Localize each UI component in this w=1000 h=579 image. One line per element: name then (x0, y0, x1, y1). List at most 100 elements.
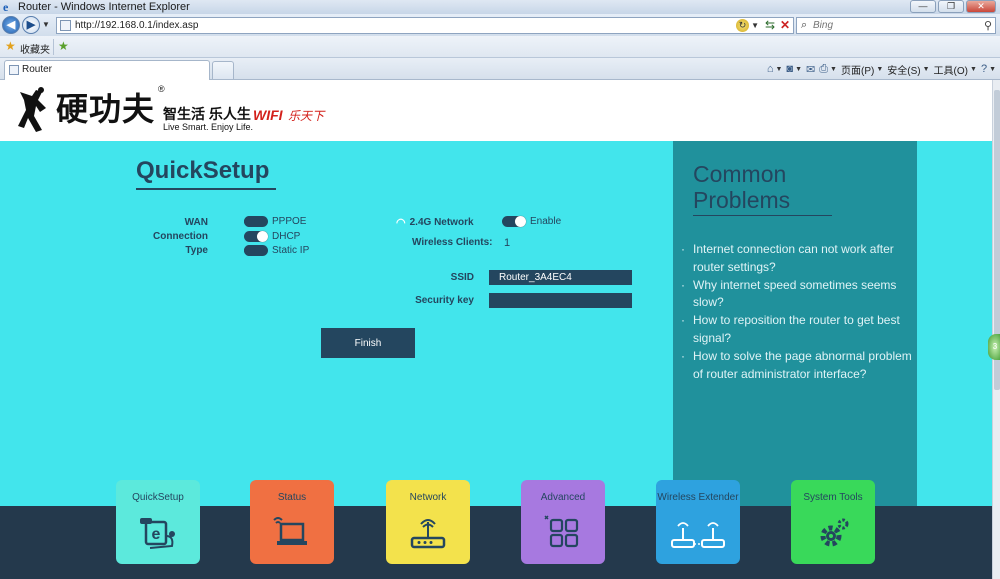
laptop-status-icon (273, 517, 307, 545)
gear-icon (820, 518, 849, 547)
quicksetup-title-underline (136, 188, 276, 190)
feeds-button[interactable]: ◙ ▼ (786, 63, 802, 75)
pppoe-label: PPPOE (272, 216, 307, 227)
logo-chinese-name: 硬功夫 (56, 90, 156, 128)
wireless-clients-count: 1 (504, 237, 511, 249)
common-problems-title: Common Problems (693, 161, 791, 213)
tile-network[interactable]: Network (386, 480, 470, 564)
logo-wifi-tail: 乐天下 (288, 109, 325, 123)
wan-option-static-ip[interactable]: Static IP (244, 245, 309, 256)
tile-label: Advanced (540, 492, 586, 503)
wireless-clients-label: Wireless Clients: (412, 237, 493, 248)
wifi-enable-toggle[interactable] (502, 216, 526, 227)
window-controls: — ❐ ✕ (910, 0, 996, 13)
refresh-icon[interactable]: ⇆ (765, 18, 775, 32)
help-button[interactable]: ? ▼ (981, 63, 996, 75)
registered-mark: ® (158, 84, 165, 94)
brand-header: 硬功夫 ® 智生活 乐人生 Live Smart. Enjoy Life. WI… (0, 80, 992, 141)
new-tab-button[interactable] (212, 61, 234, 79)
add-favorite-icon[interactable]: ★ (58, 39, 69, 53)
maximize-button[interactable]: ❐ (938, 0, 964, 13)
dhcp-label: DHCP (272, 231, 301, 242)
wan-connection-type-label: WAN Connection Type (146, 216, 208, 258)
ssid-input[interactable] (489, 270, 632, 285)
security-key-input[interactable] (489, 293, 632, 308)
safety-menu[interactable]: 安全(S) ▼ (887, 62, 929, 77)
back-button[interactable]: ◀ (2, 16, 20, 34)
search-input[interactable] (813, 19, 973, 32)
search-go-icon[interactable]: ⚲ (984, 19, 992, 32)
tile-label: Network (409, 492, 447, 503)
wan-option-dhcp[interactable]: DHCP (244, 231, 300, 242)
svg-text:e: e (152, 526, 161, 543)
extender-icon (671, 522, 725, 548)
vertical-scrollbar[interactable] (992, 80, 1000, 579)
tile-quicksetup[interactable]: QuickSetup e (116, 480, 200, 564)
window-titlebar: e Router - Windows Internet Explorer — ❐… (0, 0, 1000, 14)
kungfu-logo-icon (18, 87, 46, 132)
problem-item[interactable]: Internet connection can not work after r… (681, 241, 913, 277)
network-2g-row: ◠ 2.4G Network (396, 216, 474, 229)
favorites-separator (53, 39, 54, 55)
tile-wireless-extender[interactable]: Wireless Extender (656, 480, 740, 564)
common-problems-panel: Common Problems Internet connection can … (673, 141, 917, 506)
tab-page-icon (9, 65, 19, 75)
tile-system-tools[interactable]: System Tools (791, 480, 875, 564)
side-helper-bubble[interactable]: 3 (988, 334, 1000, 360)
problem-item[interactable]: How to solve the page abnormal problem o… (681, 348, 913, 384)
favorites-label[interactable]: 收藏夹 (20, 41, 50, 56)
quicksetup-e-icon: e (140, 518, 175, 549)
network-2g-label: 2.4G Network (409, 217, 474, 228)
navigation-bar: ◀ ▶ ▼ http://192.168.0.1/index.asp ↻ ▼ ⇆… (0, 14, 1000, 36)
tab-router[interactable]: Router (4, 60, 210, 80)
address-url[interactable]: http://192.168.0.1/index.asp (75, 19, 198, 33)
mail-icon: ✉ (806, 63, 816, 76)
static-ip-toggle[interactable] (244, 245, 268, 256)
tile-label: QuickSetup (132, 492, 184, 503)
common-problems-list: Internet connection can not work after r… (681, 241, 913, 383)
wan-option-pppoe[interactable]: PPPOE (244, 216, 306, 227)
history-dropdown-icon[interactable]: ▼ (42, 20, 50, 29)
common-problems-underline (693, 215, 832, 216)
problem-item[interactable]: Why internet speed sometimes seems slow? (681, 277, 913, 313)
tools-menu[interactable]: 工具(O) ▼ (934, 62, 977, 77)
stop-icon[interactable]: ✕ (780, 18, 790, 32)
tile-status[interactable]: Status (250, 480, 334, 564)
forward-button[interactable]: ▶ (22, 16, 40, 34)
dhcp-toggle[interactable] (244, 231, 268, 242)
command-bar: ⌂ ▼ ◙ ▼ ✉ ⎙ ▼ 页面(P) ▼ 安全(S) ▼ 工具(O) ▼ ? ▼ (767, 61, 996, 77)
page-icon (60, 20, 71, 31)
grid-advanced-icon (544, 515, 579, 548)
ie-icon: e (3, 0, 9, 14)
pppoe-toggle[interactable] (244, 216, 268, 227)
mail-button[interactable]: ✉ (806, 63, 815, 76)
logo-slogan-english: Live Smart. Enjoy Life. (163, 122, 254, 132)
page-menu-label: 页面(P) (840, 65, 875, 77)
close-button[interactable]: ✕ (966, 0, 996, 13)
help-icon: ? (980, 63, 988, 75)
logo-slogan-chinese: 智生活 乐人生 (163, 106, 251, 122)
finish-button[interactable]: Finish (321, 328, 415, 358)
address-dropdown-icon[interactable]: ▼ (751, 21, 759, 30)
wan-label-line: Connection (153, 231, 208, 242)
safety-menu-label: 安全(S) (887, 65, 921, 77)
minimize-button[interactable]: — (910, 0, 936, 13)
compatibility-icon[interactable]: ↻ (736, 19, 749, 32)
page-menu[interactable]: 页面(P) ▼ (841, 62, 883, 77)
quicksetup-title: QuickSetup (136, 157, 270, 184)
search-icon: ⌕ (801, 19, 808, 31)
search-box[interactable]: ⌕ ⚲ (796, 17, 996, 34)
print-button[interactable]: ⎙ ▼ (819, 63, 837, 76)
problem-item[interactable]: How to reposition the router to get best… (681, 312, 913, 348)
router-network-icon (410, 519, 446, 549)
router-page: 硬功夫 ® 智生活 乐人生 Live Smart. Enjoy Life. WI… (0, 80, 992, 579)
tab-label: Router (22, 64, 53, 75)
address-bar[interactable]: http://192.168.0.1/index.asp ↻ ▼ ⇆ ✕ (56, 17, 794, 34)
ssid-label: SSID (450, 272, 474, 283)
home-button[interactable]: ⌂ ▼ (767, 63, 783, 75)
rss-icon: ◙ (786, 63, 794, 75)
tile-advanced[interactable]: Advanced (521, 480, 605, 564)
favorites-star-icon[interactable]: ★ (5, 39, 16, 53)
enable-row[interactable]: Enable (502, 216, 561, 227)
wifi-icon: ◠ (396, 217, 406, 229)
